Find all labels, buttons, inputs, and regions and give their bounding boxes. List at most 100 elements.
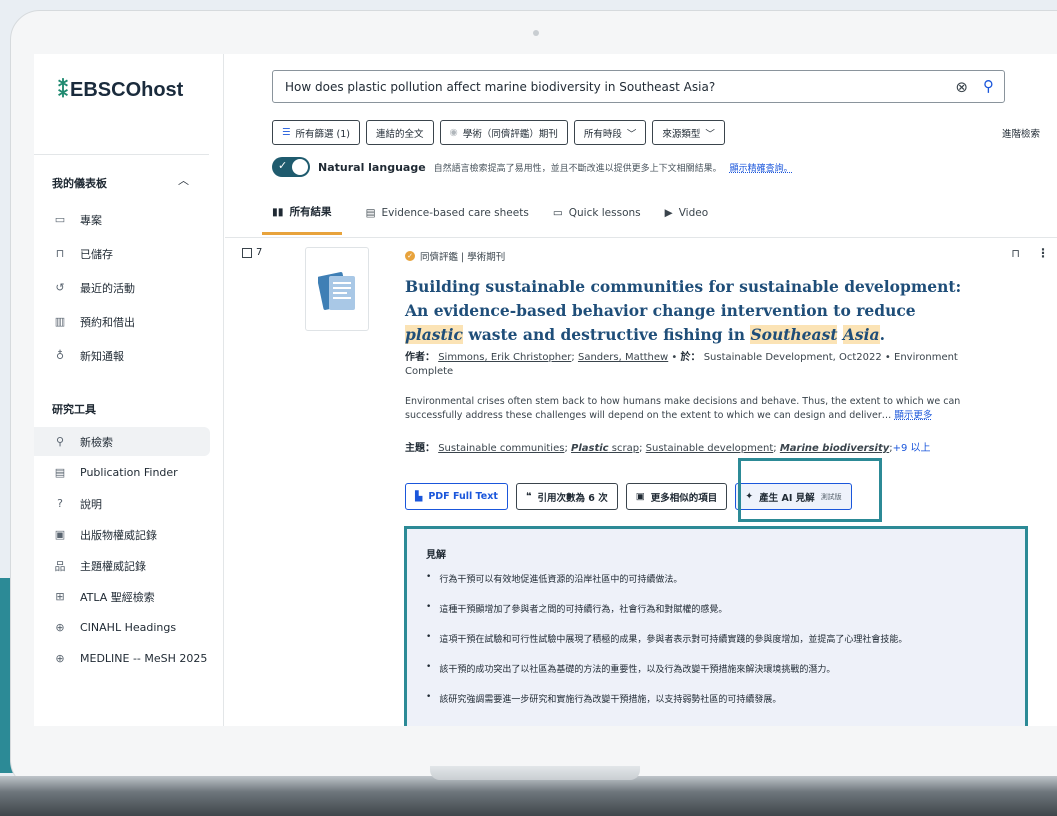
- sidebar-item-label: 主題權威記錄: [80, 559, 146, 573]
- similar-label: 更多相似的項目: [650, 492, 718, 504]
- sidebar-item-new-search[interactable]: ⚲ 新檢索: [34, 427, 210, 456]
- sidebar-item-label: 最近的活動: [80, 281, 135, 295]
- sidebar-item-atla-bible[interactable]: ⊞ ATLA 聖經檢索: [34, 582, 210, 611]
- document-icon: ▤: [365, 207, 376, 219]
- result-number: 7: [256, 247, 263, 258]
- sidebar-item-label: Publication Finder: [80, 466, 178, 479]
- tab-quick-lessons[interactable]: ▭ Quick lessons: [553, 204, 641, 235]
- sidebar-item-label: 新知通報: [80, 349, 124, 363]
- tab-care-sheets[interactable]: ▤ Evidence-based care sheets: [366, 204, 529, 235]
- title-highlight: Asia: [842, 325, 880, 344]
- show-exact-query-link[interactable]: 顯示精確查詢。: [730, 161, 793, 174]
- tab-all-results[interactable]: ▮▮ 所有結果: [262, 204, 342, 235]
- source-type-label: 來源類型: [662, 128, 701, 140]
- tabs-divider: [225, 237, 1057, 238]
- sidebar-item-publication-authority[interactable]: ▣ 出版物權威記錄: [34, 520, 210, 549]
- pdf-icon: ▙: [415, 491, 423, 502]
- more-options-icon[interactable]: ⋮: [1037, 246, 1049, 260]
- sidebar-item-subject-authority[interactable]: 品主題權威記錄: [34, 551, 210, 580]
- show-more-link[interactable]: 顯示更多: [894, 410, 932, 421]
- all-time-dropdown[interactable]: 所有時段 ﹀: [573, 120, 647, 145]
- sidebar-item-label: 說明: [80, 497, 102, 511]
- natural-language-toggle[interactable]: ✓: [272, 157, 310, 177]
- sidebar-item-label: ATLA 聖經檢索: [80, 590, 155, 604]
- sidebar-item-recent-activity[interactable]: ↺ 最近的活動: [34, 273, 210, 302]
- tab-label: Evidence-based care sheets: [381, 207, 529, 219]
- history-icon: ↺: [55, 281, 65, 294]
- linked-full-text-button[interactable]: 連結的全文: [366, 120, 434, 145]
- subject-link[interactable]: Sustainable communities: [438, 443, 564, 454]
- sidebar-item-label: 已儲存: [80, 247, 113, 261]
- sidebar-item-label: 出版物權威記錄: [80, 528, 157, 542]
- insights-list: 行為干預可以有效地促進低資源的沿岸社區中的可持續做法。 這種干預顯增加了參與者之…: [426, 572, 907, 722]
- sidebar-item-alerts[interactable]: ♁ 新知通報: [34, 341, 210, 370]
- sidebar-item-label: CINAHL Headings: [80, 621, 177, 634]
- subjects-label: 主題：: [405, 443, 435, 454]
- subject-link[interactable]: Sustainable development: [646, 443, 774, 454]
- logo-mark-icon: ⁑: [58, 80, 68, 102]
- logo-text: EBSCOhost: [70, 79, 184, 101]
- result-checkbox[interactable]: 7: [242, 247, 262, 258]
- result-meta-text: 同儕評鑑 | 學術期刊: [420, 252, 506, 263]
- all-filters-label: 所有篩選 (1): [295, 128, 351, 140]
- check-icon: ✓: [278, 159, 288, 172]
- sidebar-item-help[interactable]: ? 說明: [34, 489, 210, 518]
- result-title[interactable]: Building sustainable communities for sus…: [405, 275, 965, 347]
- title-text: waste and destructive fishing in: [462, 325, 751, 344]
- result-meta: ✓ 同儕評鑑 | 學術期刊: [405, 249, 505, 263]
- bible-icon: ⊞: [55, 590, 65, 603]
- peer-reviewed-button[interactable]: ◉ 學術（同儕評鑑）期刊: [439, 120, 568, 145]
- subject-link[interactable]: Plastic: [571, 443, 609, 454]
- chevron-down-icon: ﹀: [705, 128, 715, 140]
- title-highlight: plastic: [405, 325, 463, 344]
- sidebar-item-projects[interactable]: ▭ 專案: [34, 205, 210, 234]
- sidebar-item-publication-finder[interactable]: ▤ Publication Finder: [34, 458, 210, 487]
- citations-button[interactable]: ❝ 引用次數為 6 次: [515, 483, 618, 510]
- subject-link[interactable]: Marine biodiversity: [780, 443, 889, 454]
- checkbox-icon: [242, 247, 252, 258]
- author-link[interactable]: Sanders, Matthew: [578, 352, 668, 363]
- pdf-full-text-button[interactable]: ▙ PDF Full Text: [405, 483, 508, 510]
- ebscohost-logo[interactable]: ⁑ EBSCOhost: [58, 78, 183, 103]
- tab-label: Quick lessons: [568, 207, 641, 219]
- natural-language-row: ✓ Natural language 自然語言檢索提高了易用性，並且不斷改進以提…: [272, 157, 793, 177]
- bookmark-icon[interactable]: ⊓: [1011, 247, 1020, 260]
- subject-link-rest[interactable]: scrap: [609, 443, 639, 454]
- search-icon[interactable]: ⚲: [983, 77, 994, 95]
- natural-language-label: Natural language: [318, 160, 426, 174]
- article-icon: [318, 272, 355, 310]
- search-input[interactable]: How does plastic pollution affect marine…: [272, 70, 1005, 103]
- search-icon: ⚲: [55, 435, 65, 448]
- more-subjects-link[interactable]: +9 以上: [893, 443, 931, 454]
- chevron-up-icon[interactable]: ︿: [178, 172, 189, 188]
- chevron-down-icon: ﹀: [626, 128, 637, 140]
- sidebar-item-holds-checkouts[interactable]: ▥ 預約和借出: [34, 307, 210, 336]
- source-label: 於：: [680, 352, 701, 363]
- books-icon: ▥: [54, 315, 66, 328]
- result-thumbnail[interactable]: [305, 247, 369, 331]
- filter-icon: ☰: [282, 127, 291, 138]
- advanced-search-link[interactable]: 進階檢索: [1002, 126, 1040, 140]
- main-content: How does plastic pollution affect marine…: [225, 54, 1057, 726]
- source-type-dropdown[interactable]: 來源類型 ﹀: [652, 120, 725, 145]
- sidebar-item-label: 預約和借出: [80, 315, 135, 329]
- result-abstract: Environmental crises often stem back to …: [405, 395, 995, 423]
- tab-video[interactable]: ▶ Video: [665, 204, 709, 235]
- medical-book-icon: ⊕: [55, 652, 65, 665]
- similar-items-button[interactable]: ▣ 更多相似的項目: [625, 483, 728, 510]
- radio-icon: ◉: [449, 127, 458, 138]
- author-link[interactable]: Simmons, Erik Christopher: [438, 352, 571, 363]
- medical-book-icon: ⊕: [55, 621, 65, 634]
- result-authors: 作者： Simmons, Erik Christopher; Sanders, …: [405, 352, 958, 377]
- book-icon: ▣: [54, 528, 66, 541]
- sidebar-item-medline-mesh[interactable]: ⊕ MEDLINE -- MeSH 2025: [34, 644, 210, 673]
- sidebar-item-cinahl-headings[interactable]: ⊕ CINAHL Headings: [34, 613, 210, 642]
- sidebar-divider: [34, 154, 209, 155]
- sidebar-item-saved[interactable]: ⊓ 已儲存: [34, 239, 210, 268]
- laptop-base: [0, 776, 1057, 816]
- all-filters-button[interactable]: ☰ 所有篩選 (1): [272, 120, 361, 145]
- clear-icon[interactable]: ⊗: [955, 78, 968, 96]
- stack-icon: ▣: [635, 491, 645, 502]
- filter-bar: ☰ 所有篩選 (1) 連結的全文 ◉ 學術（同儕評鑑）期刊 所有時段 ﹀ 來源類型 ﹀: [272, 120, 725, 145]
- insight-item: 該研究強調需要進一步研究和實施行為改變干預措施，以支持弱勢社區的可持續發展。: [426, 692, 907, 722]
